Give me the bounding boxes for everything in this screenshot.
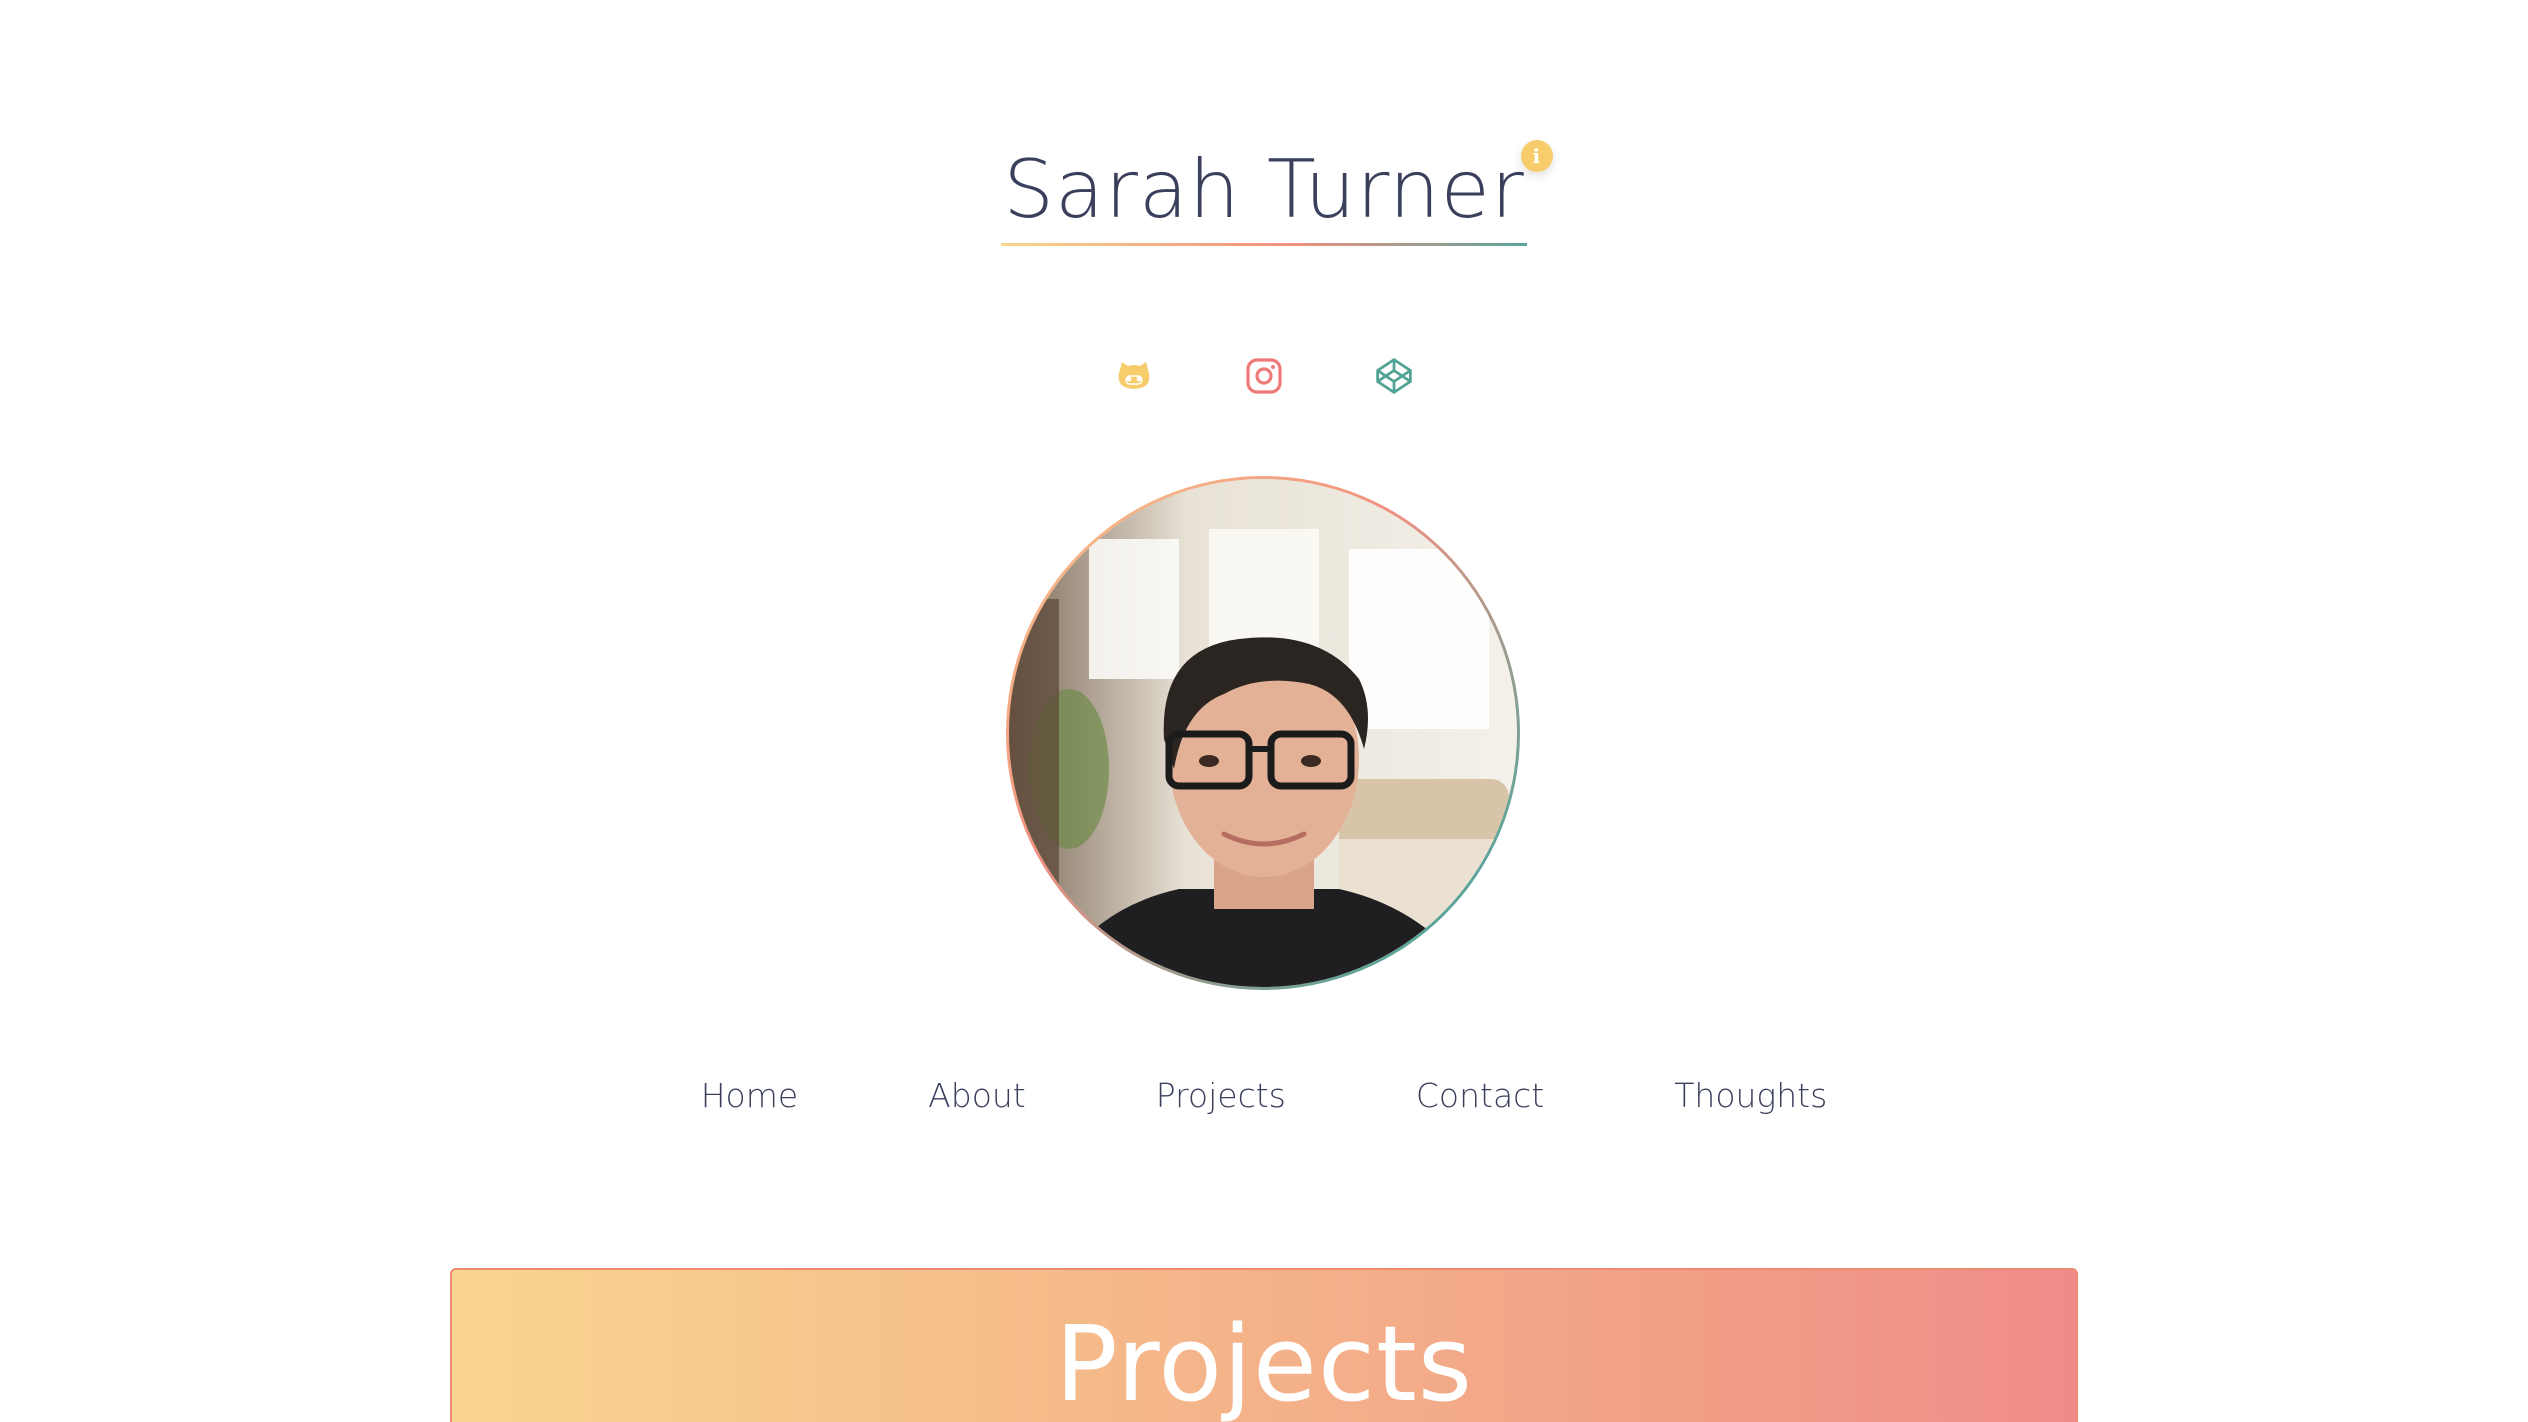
instagram-icon [1246,358,1282,394]
site-title[interactable]: Sarah Turner i [1001,140,1553,246]
nav-thoughts[interactable]: Thoughts [1674,1076,1827,1115]
site-title-text: Sarah Turner [1003,143,1525,236]
github-link[interactable] [1114,356,1154,396]
instagram-link[interactable] [1244,356,1284,396]
nav-projects[interactable]: Projects [1156,1076,1286,1115]
nav-home[interactable]: Home [701,1076,798,1115]
social-links [0,356,2528,396]
github-icon [1118,362,1150,389]
nav-contact[interactable]: Contact [1416,1076,1544,1115]
title-underline [1001,243,1527,246]
info-icon[interactable]: i [1520,140,1553,172]
profile-photo [1009,479,1517,987]
projects-banner: Projects [450,1268,2078,1422]
codepen-link[interactable] [1374,356,1414,396]
main-nav: Home About Projects Contact Thoughts [0,1076,2528,1115]
header: Sarah Turner i [0,140,2528,246]
section-title: Projects [1054,1303,1473,1422]
nav-about[interactable]: About [928,1076,1026,1115]
page: Sarah Turner i Home About Projects Conta… [0,0,2528,1422]
codepen-icon [1376,358,1412,394]
profile-photo-illustration [1009,479,1517,987]
avatar [1006,476,1520,990]
